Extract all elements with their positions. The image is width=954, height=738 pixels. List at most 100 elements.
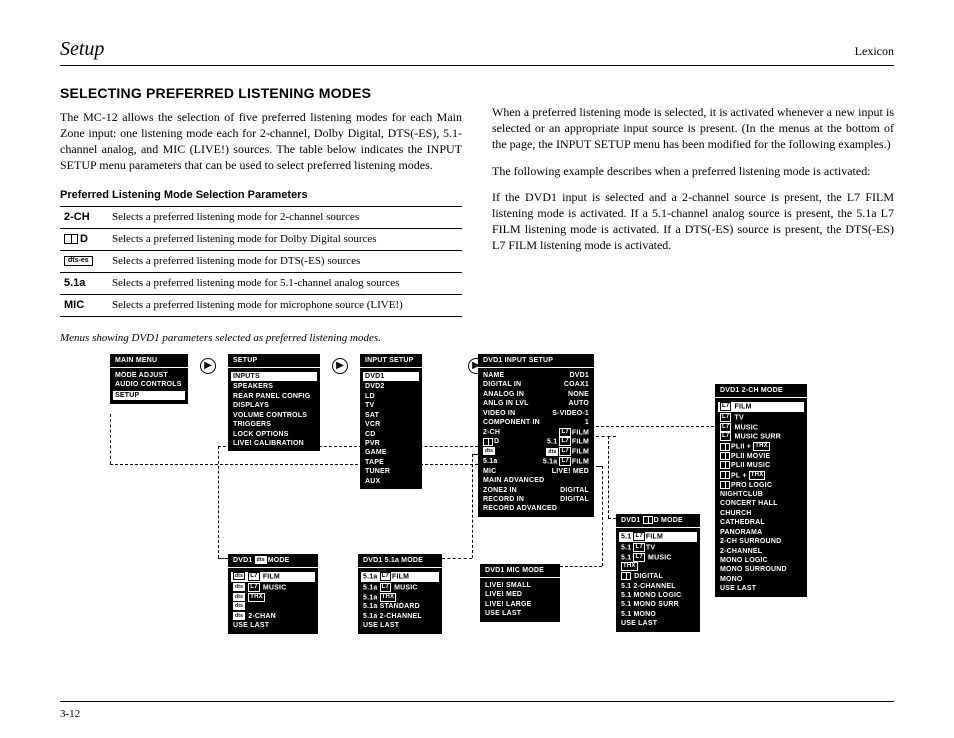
menu-item: dts xyxy=(233,602,313,611)
menu-item: LD xyxy=(365,392,417,401)
menu-item: USE LAST xyxy=(233,621,313,630)
menu-item: 5.1 2-CHANNEL xyxy=(621,582,695,591)
table-row: 2-CHSelects a preferred listening mode f… xyxy=(60,207,462,229)
menu-item: CONCERT HALL xyxy=(720,499,802,508)
menu-label: RECORD IN xyxy=(483,495,524,504)
menu-title: MAIN MENU xyxy=(110,354,188,368)
param-key: D xyxy=(60,229,108,251)
menu-dts-mode: DVD1 dtsMODE dts L7 FILM dts L7 MUSIC dt… xyxy=(228,554,318,634)
section-name: Setup xyxy=(60,38,104,61)
menu-label: COMPONENT IN xyxy=(483,418,540,427)
right-column: When a preferred listening mode is selec… xyxy=(492,84,894,346)
menu-label: D xyxy=(483,437,499,447)
menu-item: AUDIO CONTROLS xyxy=(115,380,183,389)
menu-2ch-mode: DVD1 2-CH MODE L7 FILM L7 TV L7 MUSIC L7… xyxy=(715,384,807,597)
connector-line xyxy=(608,518,616,519)
paragraph: When a preferred listening mode is selec… xyxy=(492,104,894,153)
connector-line xyxy=(472,454,478,455)
menu-item: 5.1a 2-CHANNEL xyxy=(363,612,437,621)
menu-item: 5.1 L7TV xyxy=(621,543,695,553)
menu-item: 2-CH SURROUND xyxy=(720,537,802,546)
param-key: MIC xyxy=(60,294,108,316)
menu-item: L7 MUSIC SURR xyxy=(720,432,802,442)
menu-item: REAR PANEL CONFIG xyxy=(233,392,315,401)
menu-item: 5.1 MONO LOGIC xyxy=(621,591,695,600)
menu-setup: SETUP INPUTS SPEAKERS REAR PANEL CONFIG … xyxy=(228,354,320,452)
param-desc: Selects a preferred listening mode for D… xyxy=(108,229,462,251)
dolby-icon xyxy=(64,234,78,244)
menu-value: DIGITAL xyxy=(560,486,589,495)
menu-item: CHURCH xyxy=(720,509,802,518)
menu-title: DVD1 5.1a MODE xyxy=(358,554,442,568)
param-key: 5.1a xyxy=(60,273,108,295)
param-desc: Selects a preferred listening mode for 5… xyxy=(108,273,462,295)
arrow-icon: ▶ xyxy=(200,358,216,374)
table-heading: Preferred Listening Mode Selection Param… xyxy=(60,188,462,203)
menu-title: DVD1 MIC MODE xyxy=(480,564,560,578)
menu-item: LIVE! SMALL xyxy=(485,581,555,590)
menu-item: 5.1 L7 MUSIC xyxy=(621,553,695,563)
param-desc: Selects a preferred listening mode for 2… xyxy=(108,207,462,229)
menu-item: TV xyxy=(365,401,417,410)
diagram-caption: Menus showing DVD1 parameters selected a… xyxy=(60,331,462,346)
menu-item: PANORAMA xyxy=(720,528,802,537)
menu-input-setup: INPUT SETUP DVD1 DVD2 LD TV SAT VCR CD P… xyxy=(360,354,422,490)
menu-value: L7FILM xyxy=(559,428,589,438)
menu-item: VCR xyxy=(365,420,417,429)
menu-item: MONO LOGIC xyxy=(720,556,802,565)
menu-item: SPEAKERS xyxy=(233,382,315,391)
menu-item: USE LAST xyxy=(621,619,695,628)
menu-main: MAIN MENU MODE ADJUST AUDIO CONTROLS SET… xyxy=(110,354,188,405)
menu-item: USE LAST xyxy=(720,584,802,593)
menu-item: PLII MUSIC xyxy=(720,461,802,470)
menu-item: LIVE! CALIBRATION xyxy=(233,439,315,448)
menu-label: DIGITAL IN xyxy=(483,380,521,389)
menu-dvd1-input-setup: DVD1 INPUT SETUP NAMEDVD1 DIGITAL INCOAX… xyxy=(478,354,594,517)
menu-item: dts L7 MUSIC xyxy=(233,583,313,593)
menu-item: VOLUME CONTROLS xyxy=(233,411,315,420)
menu-title: DVD1 D MODE xyxy=(616,514,700,528)
manual-page: Setup Lexicon SELECTING PREFERRED LISTEN… xyxy=(0,0,954,738)
menu-value: DVD1 xyxy=(570,371,589,380)
page-header: Setup Lexicon xyxy=(60,38,894,66)
menu-item: 5.1 MONO xyxy=(621,610,695,619)
connector-line xyxy=(602,466,603,566)
menu-item: dts THX xyxy=(233,593,313,603)
menu-item: L7 TV xyxy=(720,413,802,423)
menu-item: dts 2-CHAN xyxy=(233,612,313,621)
table-row: DSelects a preferred listening mode for … xyxy=(60,229,462,251)
menu-diagram: MAIN MENU MODE ADJUST AUDIO CONTROLS SET… xyxy=(60,354,894,644)
connector-line xyxy=(110,464,478,465)
menu-value: AUTO xyxy=(568,399,589,408)
menu-item: USE LAST xyxy=(363,621,437,630)
connector-line xyxy=(442,558,472,559)
footer-rule xyxy=(60,701,894,702)
menu-51a-mode: DVD1 5.1a MODE 5.1a L7FILM 5.1a L7 MUSIC… xyxy=(358,554,442,634)
menu-title: INPUT SETUP xyxy=(360,354,422,368)
menu-item: 5.1a L7 MUSIC xyxy=(363,583,437,593)
connector-line xyxy=(472,454,473,558)
menu-item: NIGHTCLUB xyxy=(720,490,802,499)
menu-label: 5.1a xyxy=(483,457,497,467)
menu-item: 5.1 MONO SURR xyxy=(621,600,695,609)
menu-item: L7 MUSIC xyxy=(720,423,802,433)
menu-item: MONO SURROUND xyxy=(720,565,802,574)
menu-item: PL + THX xyxy=(720,471,802,481)
param-desc: Selects a preferred listening mode for D… xyxy=(108,251,462,273)
menu-item: TRIGGERS xyxy=(233,420,315,429)
menu-dd-mode: DVD1 D MODE 5.1 L7FILM 5.1 L7TV 5.1 L7 M… xyxy=(616,514,700,632)
menu-item: PVR xyxy=(365,439,417,448)
menu-value: COAX1 xyxy=(564,380,589,389)
menu-item: LOCK OPTIONS xyxy=(233,430,315,439)
menu-item: PLII + THX xyxy=(720,442,802,452)
menu-label: dts xyxy=(483,447,496,457)
paragraph: If the DVD1 input is selected and a 2-ch… xyxy=(492,189,894,254)
menu-value: NONE xyxy=(568,390,589,399)
connector-line xyxy=(218,446,219,558)
menu-item: LIVE! MED xyxy=(485,590,555,599)
param-key: dts-es xyxy=(60,251,108,273)
table-row: dts-esSelects a preferred listening mode… xyxy=(60,251,462,273)
section-title: SELECTING PREFERRED LISTENING MODES xyxy=(60,84,462,103)
connector-line xyxy=(218,558,228,559)
menu-item: 5.1a THX xyxy=(363,593,437,603)
